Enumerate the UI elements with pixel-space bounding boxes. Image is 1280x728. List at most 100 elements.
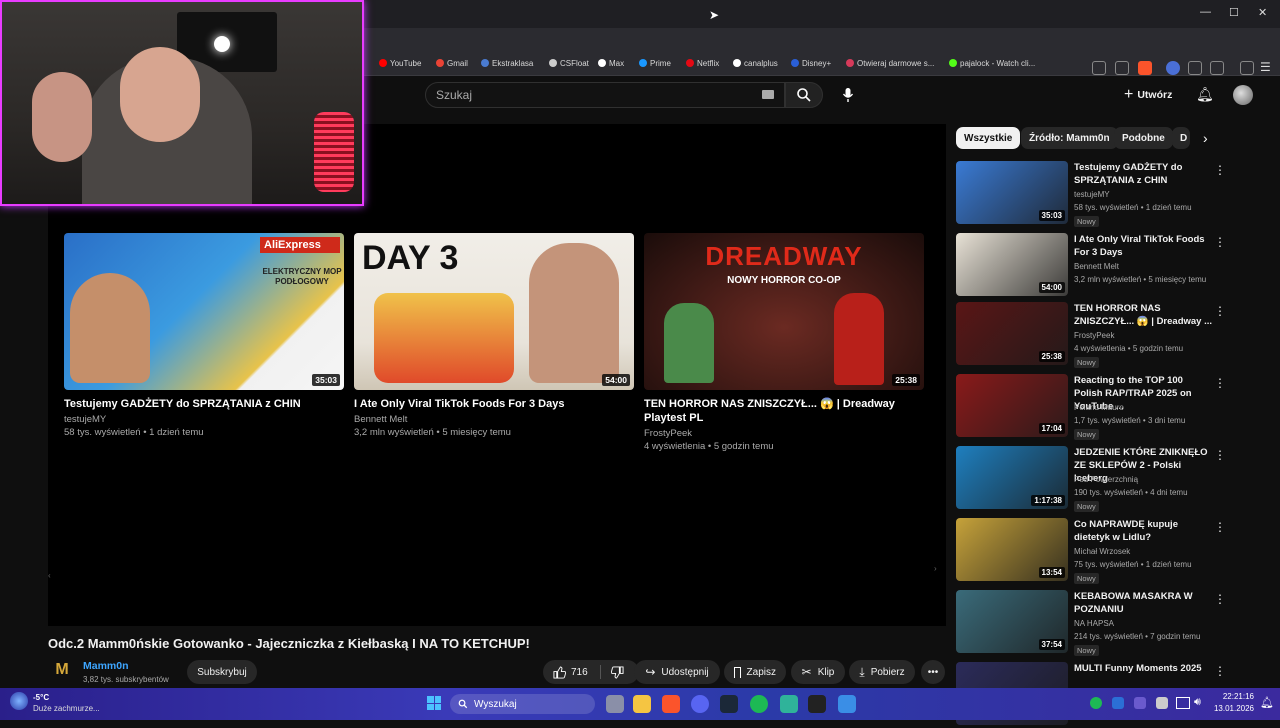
related-video-item[interactable]: 13:54 Co NAPRAWDĘ kupuje dietetyk w Lidlu… — [956, 518, 1256, 584]
tray-spotify-icon[interactable] — [1090, 697, 1102, 709]
end-screen-prev-icon[interactable]: ‹ — [48, 571, 51, 580]
bookmark-item[interactable]: Gmail — [436, 57, 468, 69]
clip-button[interactable]: ✂ Klip — [791, 660, 845, 684]
task-view-icon[interactable] — [606, 695, 624, 713]
video-thumbnail[interactable]: 25:38 — [956, 302, 1068, 365]
close-icon[interactable]: ✕ — [1258, 6, 1267, 19]
video-thumbnail[interactable]: 54:00 — [956, 233, 1068, 296]
share-icon[interactable] — [1115, 61, 1129, 75]
discord-icon[interactable] — [691, 695, 709, 713]
channel-name[interactable]: Mamm0n — [83, 660, 129, 672]
channel-name[interactable]: Bennett Melt — [354, 413, 634, 426]
volume-icon[interactable]: 🔊︎ — [1194, 696, 1201, 709]
channel-name[interactable]: FrostyPeek — [1074, 331, 1114, 340]
end-screen-card[interactable]: DREADWAY NOWY HORROR CO-OP 25:38 TEN HOR… — [644, 233, 924, 453]
more-vertical-icon[interactable]: ⋮ — [1214, 235, 1226, 249]
video-title[interactable]: I Ate Only Viral TikTok Foods For 3 Days — [1074, 233, 1214, 259]
channel-name[interactable]: testujeMY — [1074, 190, 1110, 199]
video-title[interactable]: TEN HORROR NAS ZNISZCZYŁ... 😱 | Dreadway… — [644, 397, 924, 425]
bookmark-item[interactable]: YouTube — [379, 57, 421, 69]
video-title[interactable]: I Ate Only Viral TikTok Foods For 3 Days — [354, 397, 634, 411]
bookmark-item[interactable]: Otwieraj darmowe s... — [846, 57, 934, 69]
windows-start-icon[interactable] — [427, 696, 441, 710]
video-thumbnail[interactable]: AliExpress ELEKTRYCZNY MOP PODŁOGOWY 35:… — [64, 233, 344, 390]
chip-more[interactable]: D — [1172, 127, 1190, 149]
end-screen-card[interactable]: AliExpress ELEKTRYCZNY MOP PODŁOGOWY 35:… — [64, 233, 344, 439]
channel-name[interactable]: FrostyPeek — [644, 427, 924, 440]
channel-name[interactable]: Pod Powierzchnią — [1074, 475, 1138, 484]
video-thumbnail[interactable]: 17:04 — [956, 374, 1068, 437]
video-title[interactable]: Testujemy GADŻETY do SPRZĄTANIA z CHIN — [64, 397, 344, 411]
bookmark-item[interactable]: pajalock - Watch cli... — [949, 57, 1035, 69]
save-button[interactable]: Zapisz — [724, 660, 786, 684]
create-button[interactable]: + Utwórz — [1124, 86, 1172, 104]
bookmark-item[interactable]: CSFloat — [549, 57, 589, 69]
video-thumbnail[interactable]: 35:03 — [956, 161, 1068, 224]
thumbs-down-icon[interactable] — [610, 665, 624, 679]
more-vertical-icon[interactable]: ⋮ — [1214, 304, 1226, 318]
chip-all[interactable]: Wszystkie — [956, 127, 1021, 149]
avatar[interactable] — [1233, 85, 1253, 105]
more-actions-button[interactable]: ••• — [921, 660, 945, 684]
brave-browser-icon[interactable] — [662, 695, 680, 713]
brave-shield-icon[interactable] — [1138, 61, 1152, 75]
weather-icon[interactable] — [10, 692, 28, 710]
bookmark-item[interactable]: canalplus — [733, 57, 778, 69]
video-thumbnail[interactable]: DAY 3 54:00 — [354, 233, 634, 390]
spotify-icon[interactable] — [750, 695, 768, 713]
tray-icon[interactable] — [1156, 697, 1168, 709]
wallet-icon[interactable] — [1210, 61, 1224, 75]
video-thumbnail[interactable]: 13:54 — [956, 518, 1068, 581]
more-vertical-icon[interactable]: ⋮ — [1214, 448, 1226, 462]
chip-related[interactable]: Podobne — [1114, 127, 1173, 149]
related-video-item[interactable]: 54:00 I Ate Only Viral TikTok Foods For 3… — [956, 233, 1256, 299]
network-icon[interactable] — [1176, 697, 1190, 709]
bookmark-item[interactable]: Ekstraklasa — [481, 57, 533, 69]
more-vertical-icon[interactable]: ⋮ — [1214, 592, 1226, 606]
bookmark-item[interactable]: Disney+ — [791, 57, 831, 69]
more-vertical-icon[interactable]: ⋮ — [1214, 163, 1226, 177]
channel-name[interactable]: Poland Mauro — [1074, 403, 1124, 412]
channel-name[interactable]: testujeMY — [64, 413, 344, 426]
sidebar-icon[interactable] — [1240, 61, 1254, 75]
notifications-bell-icon[interactable]: 🔔︎ — [1196, 86, 1214, 103]
app-icon[interactable] — [780, 695, 798, 713]
minimize-icon[interactable]: — — [1200, 6, 1211, 18]
maximize-icon[interactable]: ☐ — [1229, 6, 1239, 19]
channel-name[interactable]: Bennett Melt — [1074, 262, 1119, 271]
clock-date[interactable]: 13.01.2026 — [1204, 704, 1254, 713]
video-thumbnail[interactable]: 37:54 — [956, 590, 1068, 653]
channel-name[interactable]: NA HAPSA — [1074, 619, 1114, 628]
end-screen-next-icon[interactable]: › — [934, 564, 937, 573]
bookmark-item[interactable]: Max — [598, 57, 624, 69]
file-explorer-icon[interactable] — [633, 695, 651, 713]
clock-time[interactable]: 22:21:16 — [1204, 692, 1254, 701]
bookmark-item[interactable]: Netflix — [686, 57, 719, 69]
taskbar-search[interactable]: Wyszukaj — [450, 694, 595, 714]
related-video-item[interactable]: 1:17:38 JEDZENIE KTÓRE ZNIKNĘŁO ZE SKLEPÓ… — [956, 446, 1256, 512]
more-vertical-icon[interactable]: ⋮ — [1214, 664, 1226, 678]
extension-icon[interactable] — [1166, 61, 1180, 75]
download-button[interactable]: ⤓ Pobierz — [849, 660, 915, 684]
video-thumbnail[interactable]: 1:17:38 — [956, 446, 1068, 509]
subscribe-button[interactable]: Subskrybuj — [187, 660, 257, 684]
bookmark-item[interactable]: Prime — [639, 57, 671, 69]
chevron-right-icon[interactable]: › — [1203, 130, 1208, 146]
tray-icon[interactable] — [1134, 697, 1146, 709]
related-video-item[interactable]: 17:04 Reacting to the TOP 100 Polish RAP/… — [956, 374, 1256, 440]
app-icon[interactable] — [838, 695, 856, 713]
keyboard-icon[interactable] — [762, 90, 774, 99]
app-icon[interactable] — [808, 695, 826, 713]
menu-icon[interactable]: ☰ — [1260, 60, 1271, 74]
cast-icon[interactable] — [1092, 61, 1106, 75]
notification-center-icon[interactable]: 🔔︎ — [1260, 696, 1274, 709]
share-button[interactable]: ↪ Udostępnij — [634, 660, 720, 684]
steam-icon[interactable] — [720, 695, 738, 713]
search-button[interactable] — [785, 82, 823, 108]
video-thumbnail[interactable]: DREADWAY NOWY HORROR CO-OP 25:38 — [644, 233, 924, 390]
more-vertical-icon[interactable]: ⋮ — [1214, 376, 1226, 390]
video-title[interactable]: Co NAPRAWDĘ kupuje dietetyk w Lidlu? — [1074, 518, 1214, 544]
video-title[interactable]: Testujemy GADŻETY do SPRZĄTANIA z CHIN — [1074, 161, 1214, 187]
video-title[interactable]: KEBABOWA MASAKRA W POZNANIU — [1074, 590, 1214, 616]
channel-name[interactable]: Michał Wrzosek — [1074, 547, 1130, 556]
